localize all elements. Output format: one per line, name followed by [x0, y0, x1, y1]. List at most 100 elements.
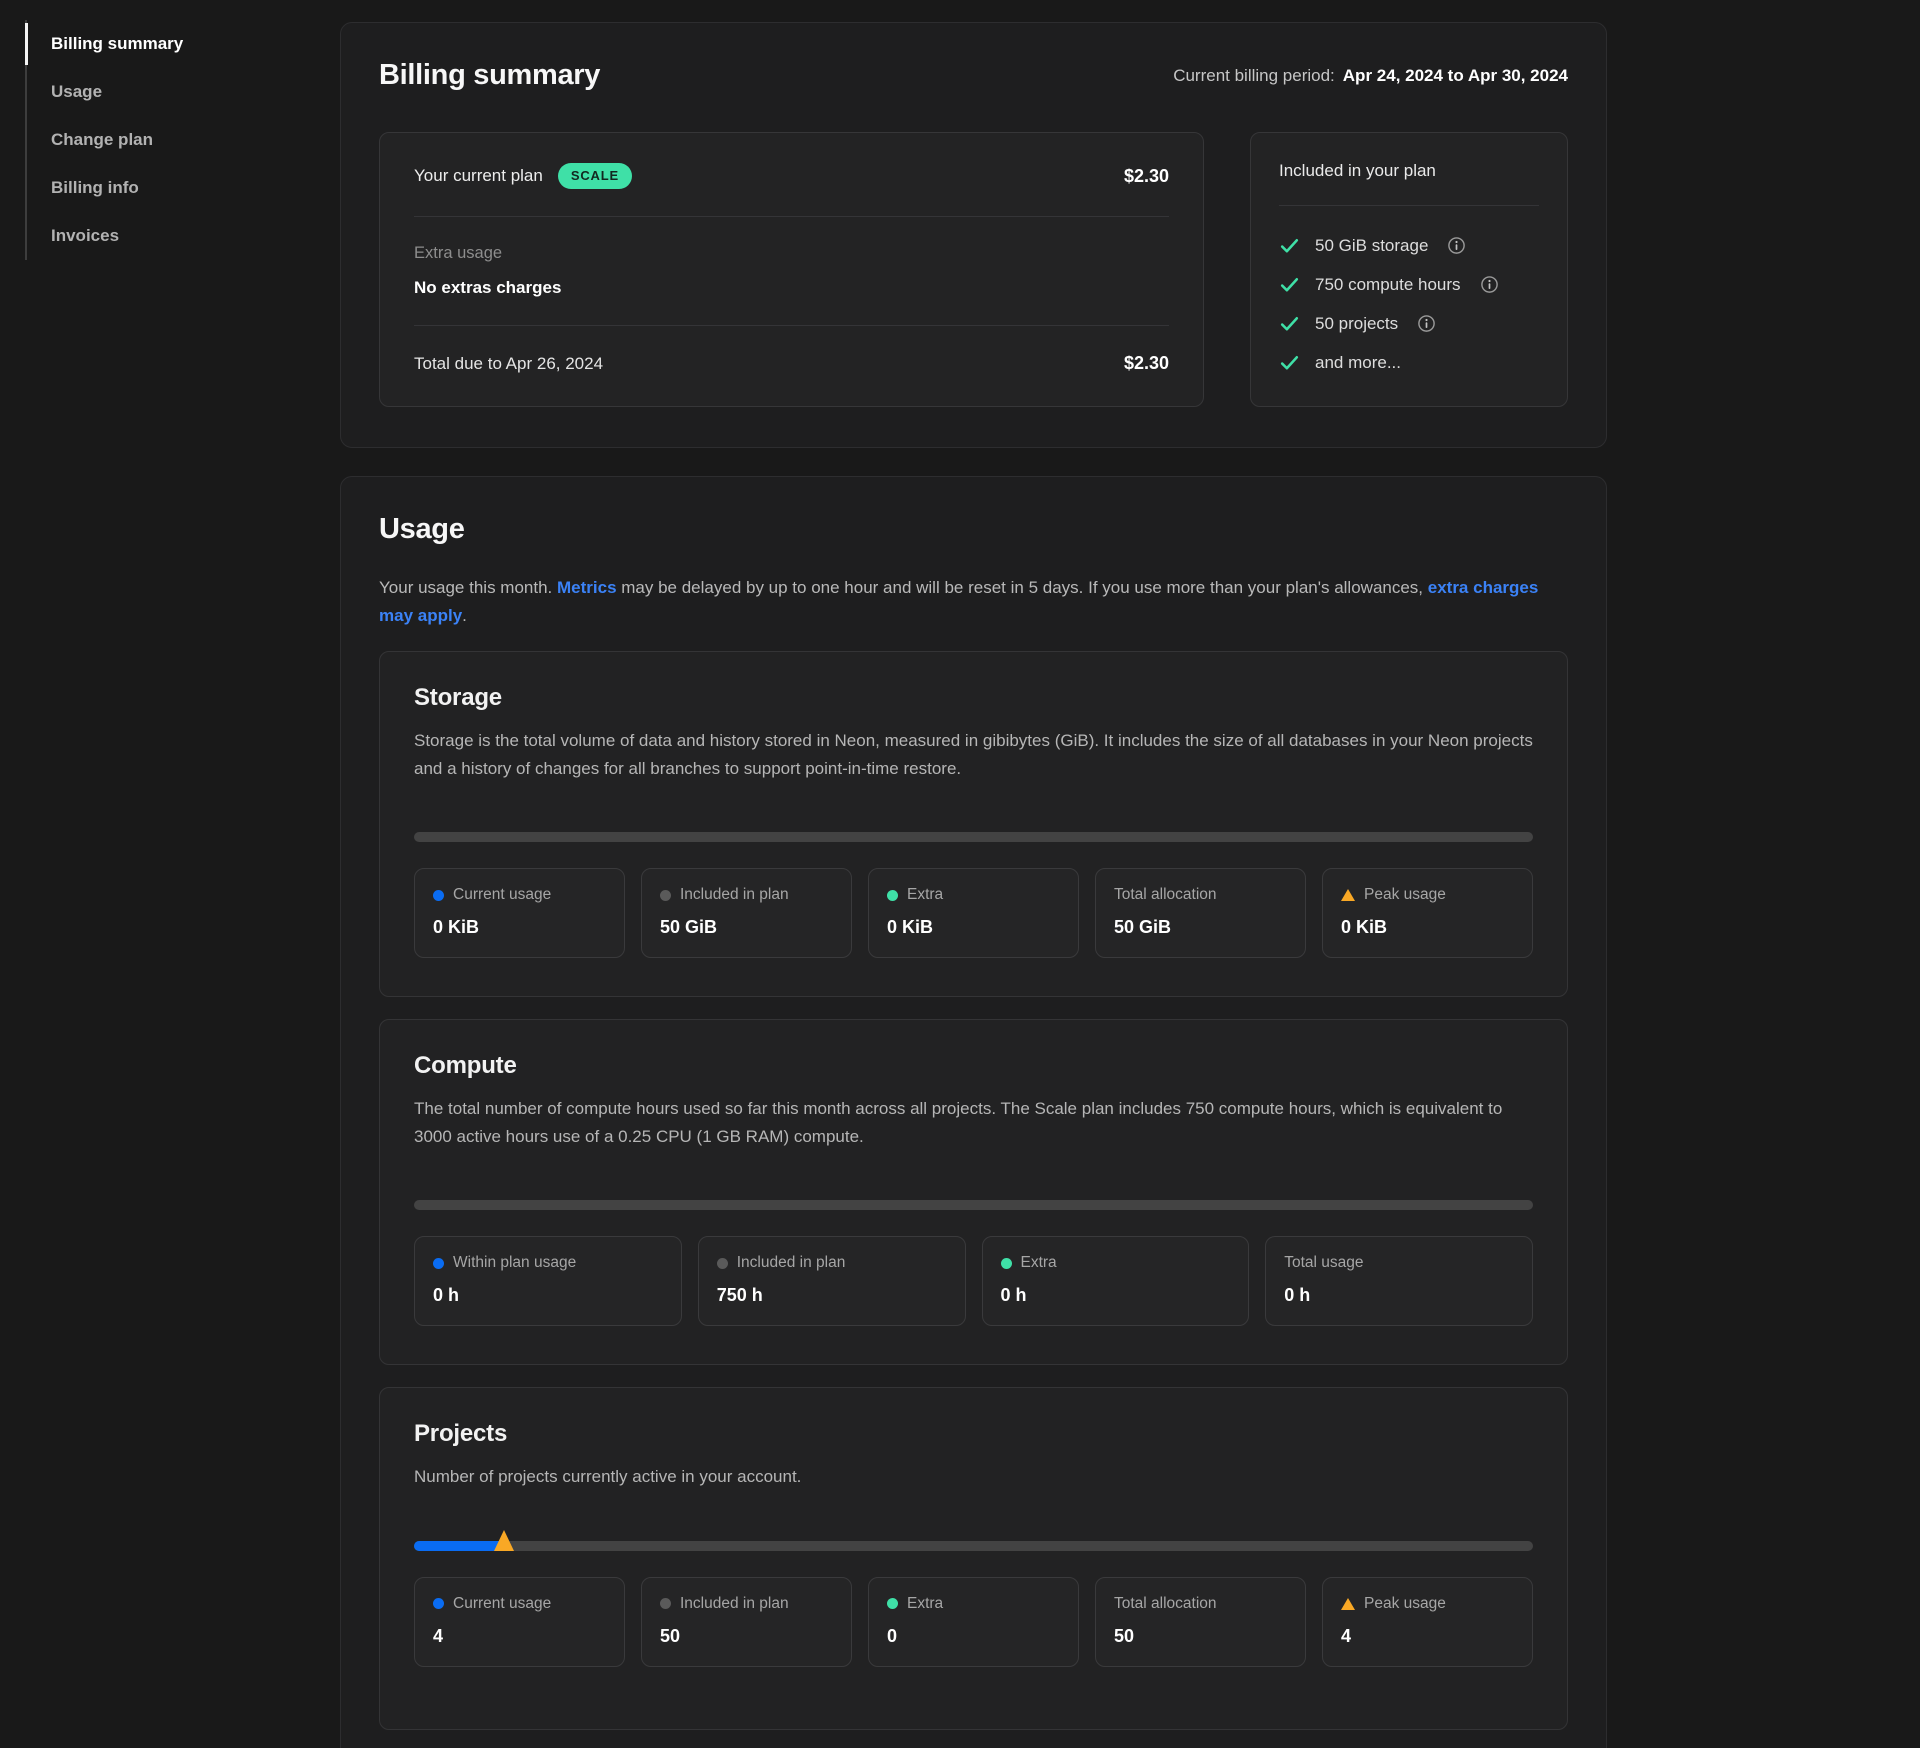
- stat-label: Total allocation: [1114, 886, 1217, 904]
- stat-label: Extra: [907, 886, 943, 904]
- stat-label: Extra: [907, 1595, 943, 1613]
- stat-card: Included in plan 50: [641, 1577, 852, 1667]
- divider: [414, 216, 1169, 217]
- stat-label: Current usage: [453, 886, 551, 904]
- sidebar-item-invoices[interactable]: Invoices: [27, 212, 317, 260]
- stat-value: 50 GiB: [660, 917, 833, 938]
- stat-value: 0 h: [1001, 1285, 1231, 1306]
- sidebar-item-billing-summary[interactable]: Billing summary: [27, 20, 317, 68]
- usage-description-text: Your usage this month.: [379, 578, 557, 597]
- stat-label: Current usage: [453, 1595, 551, 1613]
- stat-card: Included in plan 50 GiB: [641, 868, 852, 958]
- stat-value: 0 h: [433, 1285, 663, 1306]
- current-usage-dot-icon: [433, 1598, 444, 1609]
- billing-period: Current billing period: Apr 24, 2024 to A…: [1173, 66, 1568, 86]
- included-in-plan-dot-icon: [717, 1258, 728, 1269]
- check-icon: [1279, 352, 1300, 373]
- stat-card: Current usage 0 KiB: [414, 868, 625, 958]
- peak-usage-triangle-icon: [1341, 889, 1355, 901]
- compute-section-title: Compute: [414, 1052, 1533, 1080]
- projects-section-title: Projects: [414, 1420, 1533, 1448]
- info-icon[interactable]: [1480, 275, 1499, 294]
- info-icon[interactable]: [1447, 236, 1466, 255]
- stat-label: Included in plan: [680, 1595, 789, 1613]
- storage-section-description: Storage is the total volume of data and …: [414, 727, 1533, 782]
- stat-label: Total allocation: [1114, 1595, 1217, 1613]
- stat-card: Total usage 0 h: [1265, 1236, 1533, 1326]
- total-due-label: Total due to Apr 26, 2024: [414, 354, 603, 374]
- billing-period-value: Apr 24, 2024 to Apr 30, 2024: [1343, 66, 1568, 85]
- compute-section-description: The total number of compute hours used s…: [414, 1095, 1533, 1150]
- usage-description-text: .: [462, 606, 467, 625]
- billing-summary-card: Billing summary Current billing period:A…: [340, 22, 1607, 448]
- projects-section-description: Number of projects currently active in y…: [414, 1463, 1533, 1491]
- included-item-label: 50 GiB storage: [1315, 236, 1428, 256]
- list-item: and more...: [1279, 343, 1539, 382]
- compute-stats-row: Within plan usage 0 h Included in plan 7…: [414, 1236, 1533, 1326]
- total-due-amount: $2.30: [1124, 353, 1169, 374]
- list-item: 750 compute hours: [1279, 265, 1539, 304]
- stat-label: Included in plan: [737, 1254, 846, 1272]
- plan-amount: $2.30: [1124, 166, 1169, 187]
- stat-label: Included in plan: [680, 886, 789, 904]
- stat-card: Included in plan 750 h: [698, 1236, 966, 1326]
- billing-sidebar: Billing summary Usage Change plan Billin…: [25, 20, 317, 1748]
- billing-cards-row: Your current plan SCALE $2.30 Extra usag…: [379, 132, 1568, 407]
- metrics-link[interactable]: Metrics: [557, 578, 617, 597]
- plan-badge: SCALE: [558, 163, 632, 189]
- current-plan-card: Your current plan SCALE $2.30 Extra usag…: [379, 132, 1204, 407]
- peak-usage-triangle-icon: [1341, 1598, 1355, 1610]
- stat-value: 50: [660, 1626, 833, 1647]
- stat-value: 0 KiB: [1341, 917, 1514, 938]
- extra-usage-label: Extra usage: [414, 244, 1169, 263]
- check-icon: [1279, 235, 1300, 256]
- usage-card: Usage Your usage this month. Metrics may…: [340, 476, 1607, 1748]
- projects-section: Projects Number of projects currently ac…: [379, 1387, 1568, 1730]
- main-content: Billing summary Current billing period:A…: [340, 22, 1607, 1748]
- sidebar-item-change-plan[interactable]: Change plan: [27, 116, 317, 164]
- peak-usage-marker-icon: [494, 1530, 514, 1551]
- check-icon: [1279, 274, 1300, 295]
- stat-card: Peak usage 0 KiB: [1322, 868, 1533, 958]
- total-due-row: Total due to Apr 26, 2024 $2.30: [414, 353, 1169, 374]
- stat-value: 50: [1114, 1626, 1287, 1647]
- extra-dot-icon: [1001, 1258, 1012, 1269]
- stat-card: Peak usage 4: [1322, 1577, 1533, 1667]
- included-item-label: 50 projects: [1315, 314, 1398, 334]
- sidebar-item-billing-info[interactable]: Billing info: [27, 164, 317, 212]
- stat-value: 0 KiB: [887, 917, 1060, 938]
- info-icon[interactable]: [1417, 314, 1436, 333]
- usage-description-text: may be delayed by up to one hour and wil…: [617, 578, 1428, 597]
- list-item: 50 GiB storage: [1279, 226, 1539, 265]
- current-plan-label: Your current plan: [414, 166, 543, 186]
- projects-progress-bar: [414, 1541, 1533, 1551]
- stat-value: 50 GiB: [1114, 917, 1287, 938]
- stat-label: Total usage: [1284, 1254, 1363, 1272]
- included-item-label: and more...: [1315, 353, 1401, 373]
- stat-label: Within plan usage: [453, 1254, 576, 1272]
- storage-stats-row: Current usage 0 KiB Included in plan 50 …: [414, 868, 1533, 958]
- stat-value: 0 KiB: [433, 917, 606, 938]
- stat-value: 750 h: [717, 1285, 947, 1306]
- stat-value: 4: [1341, 1626, 1514, 1647]
- stat-card: Total allocation 50: [1095, 1577, 1306, 1667]
- stat-card: Total allocation 50 GiB: [1095, 868, 1306, 958]
- included-item-label: 750 compute hours: [1315, 275, 1461, 295]
- storage-progress-bar: [414, 832, 1533, 842]
- current-usage-dot-icon: [433, 890, 444, 901]
- extra-dot-icon: [887, 1598, 898, 1609]
- usage-description: Your usage this month. Metrics may be de…: [379, 574, 1549, 629]
- billing-summary-header: Billing summary Current billing period:A…: [379, 59, 1568, 92]
- within-plan-usage-dot-icon: [433, 1258, 444, 1269]
- billing-page: Billing summary Usage Change plan Billin…: [0, 0, 1920, 1748]
- storage-section: Storage Storage is the total volume of d…: [379, 651, 1568, 997]
- projects-stats-row: Current usage 4 Included in plan 50 Extr…: [414, 1577, 1533, 1667]
- current-plan-row: Your current plan SCALE $2.30: [414, 163, 1169, 189]
- billing-period-label: Current billing period:: [1173, 66, 1335, 85]
- extra-usage-value: No extras charges: [414, 278, 1169, 298]
- sidebar-item-usage[interactable]: Usage: [27, 68, 317, 116]
- included-in-plan-dot-icon: [660, 1598, 671, 1609]
- stat-label: Peak usage: [1364, 1595, 1446, 1613]
- check-icon: [1279, 313, 1300, 334]
- divider: [1279, 205, 1539, 206]
